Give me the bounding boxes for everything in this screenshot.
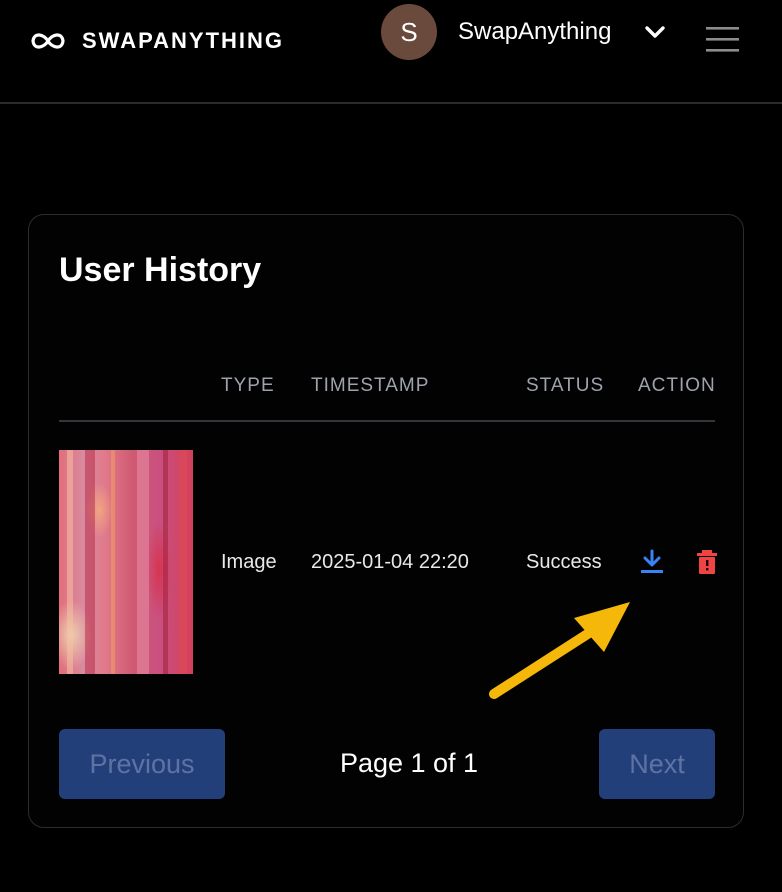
card-title: User History — [59, 251, 262, 289]
download-icon[interactable] — [639, 549, 665, 575]
page-indicator: Page 1 of 1 — [339, 748, 479, 778]
column-header-status: STATUS — [526, 375, 605, 396]
table-header-divider — [59, 420, 715, 422]
column-header-type: TYPE — [221, 375, 275, 396]
user-avatar[interactable]: S — [381, 4, 437, 60]
previous-page-button[interactable]: Previous — [59, 729, 225, 799]
brand-logo[interactable]: SWAPANYTHING — [28, 28, 284, 54]
row-timestamp: 2025-01-04 22:20 — [311, 551, 469, 573]
result-thumbnail[interactable] — [59, 450, 193, 674]
column-header-timestamp: TIMESTAMP — [311, 375, 430, 396]
next-page-button[interactable]: Next — [599, 729, 715, 799]
infinity-logo-icon — [31, 33, 65, 49]
row-type: Image — [221, 551, 277, 573]
top-navbar: SWAPANYTHING S SwapAnything — [0, 0, 782, 104]
user-name[interactable]: SwapAnything — [458, 18, 611, 46]
page: SWAPANYTHING S SwapAnything User History… — [0, 0, 782, 892]
brand-name: SWAPANYTHING — [82, 28, 285, 53]
user-history-card: User History TYPE TIMESTAMP STATUS ACTIO… — [28, 214, 744, 828]
chevron-down-icon[interactable] — [644, 22, 666, 42]
column-header-action: ACTION — [638, 375, 715, 396]
row-status: Success — [526, 551, 602, 573]
trash-icon[interactable] — [697, 549, 717, 575]
hamburger-menu-icon[interactable] — [706, 26, 740, 52]
